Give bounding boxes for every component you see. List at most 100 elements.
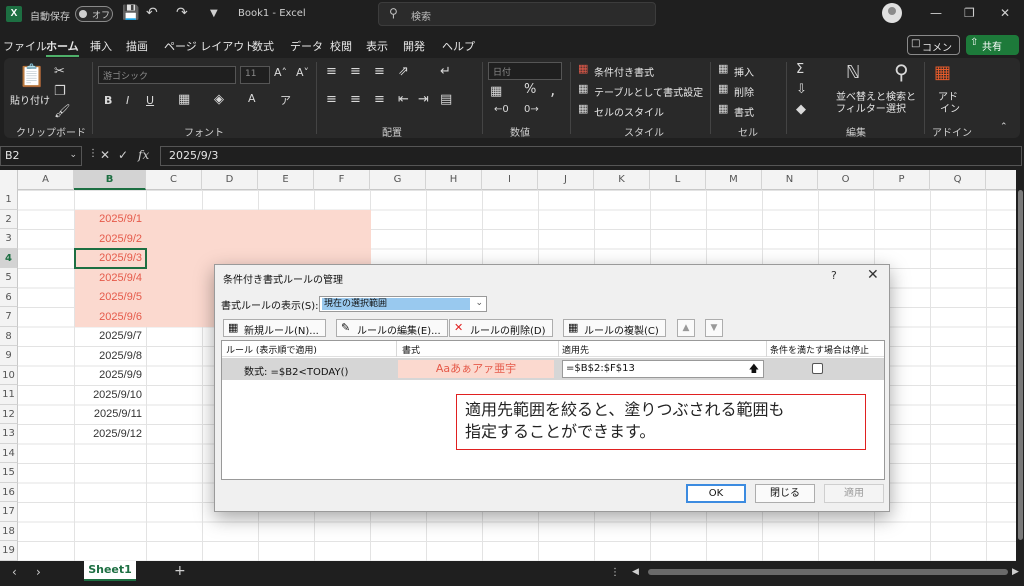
vertical-scrollbar[interactable] [1016, 170, 1024, 561]
prev-sheet-icon[interactable]: ‹ [12, 565, 17, 579]
more-icon[interactable]: ⋮ [610, 567, 620, 578]
user-avatar[interactable] [882, 3, 902, 23]
cell-styles-button[interactable]: セルのスタイル [594, 104, 664, 119]
share-button[interactable]: ⇧ 共有 [966, 35, 1019, 55]
conditional-format-button[interactable]: 条件付き書式 [594, 64, 654, 79]
column-header[interactable]: K [594, 170, 650, 190]
close-button[interactable]: 閉じる [755, 484, 815, 503]
shrink-font-icon[interactable]: A˅ [296, 66, 309, 79]
comment-button[interactable]: □ コメント [907, 35, 960, 69]
horizontal-scrollbar[interactable] [648, 569, 1008, 575]
redo-icon[interactable]: ↷ [176, 5, 188, 21]
cell-b6[interactable]: 2025/9/5 [75, 288, 145, 307]
align-right-icon[interactable]: ≡ [374, 92, 385, 107]
row-header[interactable]: 11 [0, 385, 18, 405]
tab-page-layout[interactable]: ページ レイアウト [164, 38, 255, 54]
column-header[interactable]: P [874, 170, 930, 190]
font-color-icon[interactable]: A [248, 92, 256, 105]
comma-style-icon[interactable]: ‚ [550, 80, 555, 99]
column-header[interactable]: C [146, 170, 202, 190]
row-header[interactable]: 3 [0, 229, 18, 249]
fill-icon[interactable]: ⇩ [796, 82, 807, 97]
select-all-corner[interactable] [0, 170, 18, 190]
row-header[interactable]: 15 [0, 463, 18, 483]
paste-label[interactable]: 貼り付け [10, 92, 50, 107]
cell-b9[interactable]: 2025/9/8 [75, 347, 145, 366]
column-header[interactable]: H [426, 170, 482, 190]
increase-indent-icon[interactable]: ⇥ [418, 92, 429, 107]
formula-input[interactable]: 2025/9/3 [160, 146, 1022, 166]
row-header[interactable]: 8 [0, 326, 18, 346]
orientation-icon[interactable]: ⇗ [398, 64, 409, 79]
cell-b12[interactable]: 2025/9/11 [75, 405, 145, 424]
cell-b5[interactable]: 2025/9/4 [75, 269, 145, 288]
column-header[interactable]: D [202, 170, 258, 190]
cut-icon[interactable]: ✂ [54, 64, 65, 79]
borders-icon[interactable]: ▦ [178, 92, 190, 107]
decrease-decimal-icon[interactable]: 0→ [524, 104, 539, 115]
tab-file[interactable]: ファイル [3, 38, 47, 54]
insert-function-icon[interactable]: fx [138, 148, 149, 162]
cell-b7[interactable]: 2025/9/6 [75, 308, 145, 327]
insert-cells-button[interactable]: 挿入 [734, 64, 754, 79]
row-header[interactable]: 14 [0, 443, 18, 463]
increase-decimal-icon[interactable]: ←0 [494, 104, 509, 115]
tab-insert[interactable]: 挿入 [90, 38, 112, 54]
column-header[interactable]: J [538, 170, 594, 190]
tab-formulas[interactable]: 数式 [252, 38, 274, 54]
clear-icon[interactable]: ◆ [796, 102, 806, 117]
number-format-combo[interactable]: 日付 [488, 62, 562, 80]
column-header[interactable]: A [18, 170, 74, 190]
column-header[interactable]: O [818, 170, 874, 190]
chevron-down-icon[interactable]: ⌄ [475, 298, 483, 308]
close-window-icon[interactable]: ✕ [1000, 6, 1010, 20]
search-box[interactable]: ⚲ 検索 [378, 2, 656, 26]
more-icon[interactable]: ⋮ [88, 148, 98, 159]
fill-color-icon[interactable]: ◈ [214, 92, 224, 107]
move-up-button[interactable]: ▲ [677, 319, 695, 337]
row-header[interactable]: 1 [0, 190, 18, 210]
column-header[interactable]: G [370, 170, 426, 190]
scroll-left-icon[interactable]: ◀ [632, 567, 639, 577]
autosum-icon[interactable]: Σ [796, 62, 804, 77]
stop-if-true-checkbox[interactable] [812, 363, 823, 374]
apply-button[interactable]: 適用 [824, 484, 884, 503]
tab-developer[interactable]: 開発 [403, 38, 425, 54]
undo-icon[interactable]: ↶ [146, 5, 158, 21]
chevron-down-icon[interactable]: ⌄ [69, 150, 77, 160]
column-header[interactable]: B [74, 170, 146, 190]
add-ins-label-2[interactable]: イン [940, 100, 960, 115]
row-header[interactable]: 6 [0, 287, 18, 307]
phonetic-icon[interactable]: ア [280, 92, 291, 108]
format-painter-icon[interactable]: 🖌 [54, 104, 71, 119]
row-header[interactable]: 5 [0, 268, 18, 288]
row-header[interactable]: 2 [0, 209, 18, 229]
row-header[interactable]: 7 [0, 307, 18, 327]
save-icon[interactable]: 💾 [122, 5, 139, 21]
sort-filter-label-2[interactable]: フィルター [836, 100, 886, 115]
underline-icon[interactable]: U [146, 94, 154, 107]
cell-b13[interactable]: 2025/9/12 [75, 425, 145, 444]
tab-draw[interactable]: 描画 [126, 38, 148, 54]
delete-rule-button[interactable]: ✕ ルールの削除(D) [449, 319, 553, 337]
row-header[interactable]: 9 [0, 346, 18, 366]
copy-icon[interactable]: ❐ [54, 84, 66, 99]
confirm-entry-icon[interactable]: ✓ [118, 148, 128, 162]
minimize-icon[interactable]: — [930, 6, 942, 20]
customize-qat-icon[interactable]: ▼ [210, 8, 218, 19]
align-top-icon[interactable]: ≡ [326, 64, 337, 79]
merge-center-icon[interactable]: ▤ [440, 92, 452, 107]
grow-font-icon[interactable]: A˄ [274, 66, 287, 79]
currency-icon[interactable]: ▦ [490, 84, 502, 99]
new-rule-button[interactable]: ▦ 新規ルール(N)... [223, 319, 326, 337]
align-center-icon[interactable]: ≡ [350, 92, 361, 107]
rule-row[interactable]: 数式: =$B2<TODAY() Aaあぁアァ亜宇 =$B$2:$F$13 🡅 [222, 358, 884, 380]
sheet-tab-sheet1[interactable]: Sheet1 [84, 561, 136, 581]
column-header[interactable]: F [314, 170, 370, 190]
move-down-button[interactable]: ▼ [705, 319, 723, 337]
column-header[interactable]: M [706, 170, 762, 190]
ok-button[interactable]: OK [686, 484, 746, 503]
find-select-label-2[interactable]: 選択 [886, 100, 906, 115]
column-header[interactable]: L [650, 170, 706, 190]
help-icon[interactable]: ? [831, 269, 837, 282]
